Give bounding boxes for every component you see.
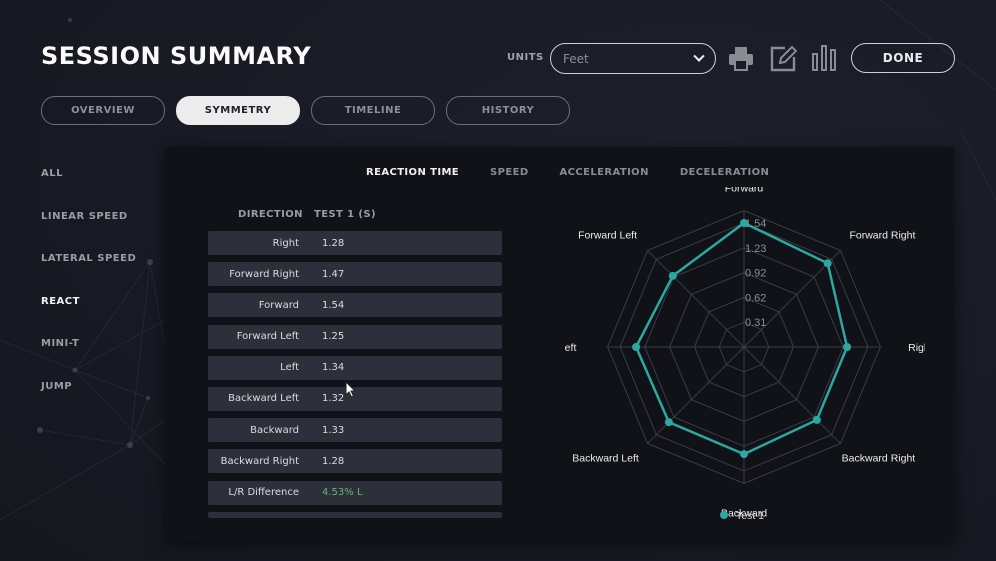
axis-label: Backward Left — [572, 452, 639, 464]
metric-tab-speed[interactable]: SPEED — [490, 167, 529, 178]
metric-tab-reaction-time[interactable]: REACTION TIME — [366, 167, 459, 178]
page-title: SESSION SUMMARY — [41, 42, 312, 70]
direction-cell: Forward Left — [236, 331, 299, 343]
data-point — [632, 343, 641, 351]
sidebar-item-react[interactable]: REACT — [41, 296, 136, 339]
metric-tab-acceleration[interactable]: ACCELERATION — [560, 167, 649, 178]
direction-cell: Backward Left — [228, 393, 299, 405]
grid-spoke — [647, 346, 745, 444]
data-point — [668, 271, 677, 280]
axis-label: Forward — [725, 187, 764, 195]
data-point — [843, 343, 852, 351]
data-point — [664, 418, 673, 427]
direction-cell: L/R Difference — [228, 487, 299, 498]
table-row: Forward 1.54 — [208, 293, 502, 318]
data-point — [740, 450, 748, 459]
lr-difference-value: 4.53% L — [322, 487, 363, 498]
tick-label: 0.31 — [745, 317, 766, 329]
axis-label: Right — [908, 342, 925, 354]
metric-tab-deceleration[interactable]: DECELERATION — [680, 167, 769, 178]
done-button[interactable]: DONE — [851, 43, 955, 73]
direction-cell: Backward — [250, 424, 299, 436]
print-button[interactable] — [727, 44, 755, 72]
table-row: Right 1.28 — [208, 231, 502, 255]
data-point — [812, 415, 821, 424]
units-dropdown[interactable]: Feet — [550, 43, 716, 74]
results-panel: REACTION TIME SPEED ACCELERATION DECELER… — [165, 147, 954, 540]
axis-label: Backward Right — [842, 452, 916, 464]
tab-overview[interactable]: OVERVIEW — [41, 96, 165, 125]
legend-label: Test 1 — [736, 510, 764, 522]
table-row: Backward 1.33 — [208, 418, 502, 443]
tab-timeline[interactable]: TIMELINE — [311, 96, 435, 125]
table-row: Backward Right 1.28 — [208, 449, 502, 474]
sidebar-item-mini-t[interactable]: MINI-T — [41, 338, 136, 381]
direction-cell: Left — [280, 362, 299, 374]
value-cell: 1.28 — [322, 455, 345, 467]
radar-chart: 0.310.620.921.231.54ForwardForward Right… — [565, 187, 925, 522]
value-cell: 1.54 — [322, 299, 345, 311]
table-row: Forward Right 1.47 — [208, 262, 502, 287]
data-point — [823, 259, 832, 268]
direction-table: Right 1.28 Forward Right 1.47 Forward 1.54 … — [208, 231, 502, 525]
metric-tabs: REACTION TIME SPEED ACCELERATION DECELER… — [366, 167, 769, 178]
sidebar-item-jump[interactable]: JUMP — [41, 381, 136, 424]
axis-label: Forward Left — [578, 230, 637, 242]
axis-label: Left — [565, 342, 576, 354]
column-header-direction: DIRECTION — [238, 209, 303, 220]
chevron-down-icon — [693, 50, 705, 62]
direction-cell: Backward Right — [220, 455, 299, 467]
table-row: Forward Left 1.25 — [208, 324, 502, 349]
chart-button[interactable] — [811, 44, 839, 72]
value-cell: 1.47 — [322, 268, 345, 280]
value-cell: 1.28 — [322, 237, 345, 249]
mouse-cursor-icon — [345, 381, 357, 398]
table-row: Left 1.34 — [208, 355, 502, 380]
legend-marker — [720, 511, 728, 519]
value-cell: 1.32 — [322, 393, 345, 405]
units-selected-value: Feet — [563, 51, 589, 66]
sidebar-item-linear-speed[interactable]: LINEAR SPEED — [41, 211, 136, 254]
tick-label: 0.62 — [745, 292, 766, 304]
edit-icon — [770, 45, 798, 72]
tick-label: 0.92 — [745, 268, 766, 280]
value-cell: 1.34 — [322, 362, 345, 374]
edit-button[interactable] — [769, 44, 798, 72]
direction-cell: Forward Right — [229, 268, 299, 280]
value-cell: 1.33 — [322, 424, 345, 436]
units-label: UNITS — [507, 52, 544, 63]
direction-cell: Forward — [258, 299, 299, 311]
table-row-partial — [208, 511, 502, 518]
sidebar: ALL LINEAR SPEED LATERAL SPEED REACT MIN… — [41, 168, 136, 424]
axis-label: Forward Right — [849, 230, 915, 242]
sidebar-item-lateral-speed[interactable]: LATERAL SPEED — [41, 253, 136, 296]
tick-label: 1.23 — [745, 243, 766, 255]
sidebar-item-all[interactable]: ALL — [41, 168, 136, 211]
value-cell: 1.25 — [322, 331, 345, 343]
bar-chart-icon — [812, 45, 836, 71]
data-point — [740, 219, 748, 227]
direction-cell: Right — [272, 237, 299, 249]
tab-history[interactable]: HISTORY — [446, 96, 570, 125]
main-tabs: OVERVIEW SYMMETRY TIMELINE HISTORY — [41, 96, 570, 125]
lr-difference-row: L/R Difference 4.53% L — [208, 480, 502, 505]
column-header-test1: TEST 1 (S) — [314, 209, 376, 220]
print-icon — [729, 47, 753, 71]
tab-symmetry[interactable]: SYMMETRY — [176, 96, 300, 125]
